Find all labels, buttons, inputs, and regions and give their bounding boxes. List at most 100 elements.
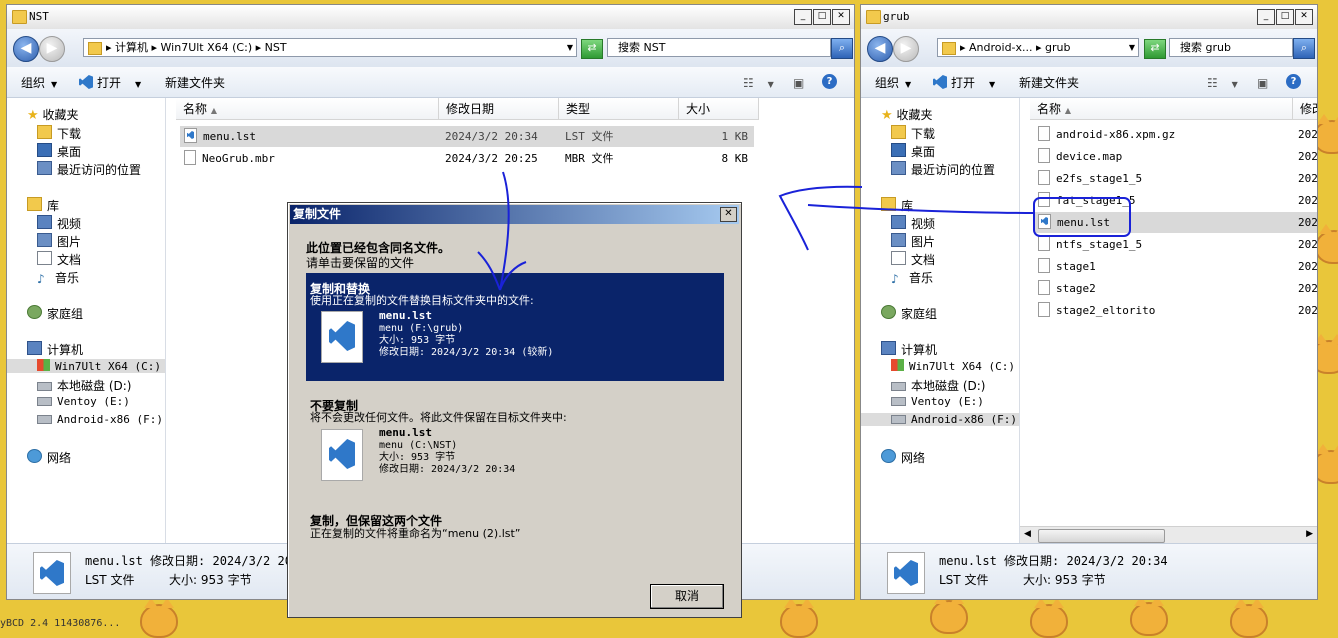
nav-drive-f[interactable]: Android-x86 (F:) bbox=[861, 413, 1019, 426]
refresh-button[interactable]: ⇄ bbox=[1144, 39, 1166, 59]
nav-pictures[interactable]: 图片 bbox=[37, 233, 81, 250]
new-folder-button[interactable]: 新建文件夹 bbox=[1019, 74, 1079, 91]
column-header-size[interactable]: 大小 bbox=[679, 98, 759, 120]
table-row[interactable]: stage2 202 bbox=[1034, 278, 1317, 299]
minimize-button[interactable]: _ bbox=[794, 9, 812, 25]
copy-keep-both-option[interactable]: 复制，但保留这两个文件 正在复制的文件将重命名为“menu (2).lst” bbox=[306, 508, 724, 546]
downloads-folder-icon bbox=[37, 125, 52, 139]
table-row[interactable]: e2fs_stage1_5 202 bbox=[1034, 168, 1317, 189]
search-icon[interactable]: ⌕ bbox=[831, 38, 853, 59]
nav-computer[interactable]: 计算机 bbox=[881, 341, 937, 358]
copy-and-replace-option[interactable]: 复制和替换 使用正在复制的文件替换目标文件夹中的文件: menu.lst men… bbox=[306, 273, 724, 381]
nav-documents[interactable]: 文档 bbox=[891, 251, 935, 268]
title-bar[interactable]: NST _ □ ✕ bbox=[7, 5, 854, 30]
back-button[interactable]: ◀ bbox=[867, 36, 893, 62]
column-header-name[interactable]: 名称 ▲ bbox=[1030, 98, 1293, 120]
nav-drive-d[interactable]: 本地磁盘 (D:) bbox=[37, 377, 131, 394]
column-header-date[interactable]: 修改日期 bbox=[439, 98, 559, 120]
column-header-name[interactable]: 名称 ▲ bbox=[176, 98, 439, 120]
back-button[interactable]: ◀ bbox=[13, 36, 39, 62]
nav-drive-c[interactable]: Win7Ult X64 (C:) bbox=[891, 359, 1015, 373]
table-row[interactable]: ntfs_stage1_5 202 bbox=[1034, 234, 1317, 255]
table-row[interactable]: stage2_eltorito 202 bbox=[1034, 300, 1317, 321]
forward-button[interactable]: ▶ bbox=[893, 36, 919, 62]
table-row[interactable]: menu.lst 202 bbox=[1034, 212, 1317, 233]
table-row[interactable]: android-x86.xpm.gz 202 bbox=[1034, 124, 1317, 145]
search-icon[interactable]: ⌕ bbox=[1293, 38, 1315, 59]
nav-documents[interactable]: 文档 bbox=[37, 251, 81, 268]
file-list[interactable]: 名称 ▲ 修改 android-x86.xpm.gz202 device.map… bbox=[1020, 98, 1317, 544]
nav-videos[interactable]: 视频 bbox=[891, 215, 935, 232]
forward-button[interactable]: ▶ bbox=[39, 36, 65, 62]
explorer-window-grub[interactable]: grub _ □ ✕ ◀ ▶ ▸ Android-x... ▸ grub ▼ ⇄… bbox=[860, 4, 1318, 600]
column-header-date[interactable]: 修改 bbox=[1293, 98, 1317, 120]
table-row[interactable]: menu.lst 2024/3/2 20:34 LST 文件 1 KB bbox=[180, 126, 754, 147]
table-row[interactable]: stage1 202 bbox=[1034, 256, 1317, 277]
nav-drive-c[interactable]: Win7Ult X64 (C:) bbox=[7, 359, 165, 373]
table-row[interactable]: NeoGrub.mbr 2024/3/2 20:25 MBR 文件 8 KB bbox=[180, 148, 754, 169]
cancel-button[interactable]: 取消 bbox=[650, 584, 724, 609]
usb-drive-icon bbox=[37, 397, 52, 406]
address-path: ▸ 计算机 ▸ Win7Ult X64 (C:) ▸ NST bbox=[106, 41, 287, 54]
preview-pane-icon[interactable]: ▣ bbox=[1257, 76, 1268, 90]
help-icon[interactable]: ? bbox=[1286, 74, 1301, 89]
nav-drive-e[interactable]: Ventoy (E:) bbox=[37, 395, 130, 408]
search-input[interactable]: 搜索 grub bbox=[1169, 38, 1293, 57]
nav-desktop[interactable]: 桌面 bbox=[891, 143, 935, 160]
nav-favorites[interactable]: ★ 收藏夹 bbox=[881, 106, 933, 123]
nav-drive-f[interactable]: Android-x86 (F:) bbox=[37, 413, 163, 426]
search-input[interactable]: 搜索 NST bbox=[607, 38, 831, 57]
nav-music[interactable]: ♪ 音乐 bbox=[37, 269, 79, 286]
organize-button[interactable]: 组织 ▼ bbox=[875, 74, 911, 91]
nav-drive-d[interactable]: 本地磁盘 (D:) bbox=[891, 377, 985, 394]
maximize-button[interactable]: □ bbox=[1276, 9, 1294, 25]
help-icon[interactable]: ? bbox=[822, 74, 837, 89]
close-icon[interactable]: ✕ bbox=[720, 207, 737, 222]
nav-favorites[interactable]: ★ 收藏夹 bbox=[27, 106, 79, 123]
nav-libraries[interactable]: 库 bbox=[881, 197, 913, 214]
horizontal-scrollbar[interactable]: ◀ ▶ bbox=[1020, 526, 1317, 544]
dialog-title-bar[interactable]: 复制文件 ✕ bbox=[290, 205, 739, 224]
nav-libraries[interactable]: 库 bbox=[27, 197, 59, 214]
open-button[interactable]: 打开 ▼ bbox=[933, 74, 995, 91]
new-folder-button[interactable]: 新建文件夹 bbox=[165, 74, 225, 91]
table-row[interactable]: device.map 202 bbox=[1034, 146, 1317, 167]
close-button[interactable]: ✕ bbox=[1295, 9, 1313, 25]
nav-downloads[interactable]: 下载 bbox=[891, 125, 935, 142]
do-not-copy-option[interactable]: 不要复制 将不会更改任何文件。将此文件保留在目标文件夹中: menu.lst m… bbox=[306, 393, 724, 493]
nav-homegroup[interactable]: 家庭组 bbox=[881, 305, 937, 322]
scrollbar-thumb[interactable] bbox=[1038, 529, 1165, 543]
open-button[interactable]: 打开 ▼ bbox=[79, 74, 141, 91]
title-bar[interactable]: grub _ □ ✕ bbox=[861, 5, 1317, 30]
view-options-icon[interactable]: ☷ ▼ bbox=[1207, 76, 1238, 90]
nav-music[interactable]: ♪ 音乐 bbox=[891, 269, 933, 286]
close-button[interactable]: ✕ bbox=[832, 9, 850, 25]
minimize-button[interactable]: _ bbox=[1257, 9, 1275, 25]
nav-network[interactable]: 网络 bbox=[881, 449, 925, 466]
nav-recent[interactable]: 最近访问的位置 bbox=[891, 161, 995, 178]
nav-videos[interactable]: 视频 bbox=[37, 215, 81, 232]
scroll-right-arrow[interactable]: ▶ bbox=[1306, 529, 1313, 539]
table-row[interactable]: fat_stage1_5 202 bbox=[1034, 190, 1317, 211]
nav-drive-e[interactable]: Ventoy (E:) bbox=[891, 395, 984, 408]
nav-homegroup[interactable]: 家庭组 bbox=[27, 305, 83, 322]
refresh-button[interactable]: ⇄ bbox=[581, 39, 603, 59]
preview-pane-icon[interactable]: ▣ bbox=[793, 76, 804, 90]
organize-button[interactable]: 组织 ▼ bbox=[21, 74, 57, 91]
nav-recent[interactable]: 最近访问的位置 bbox=[37, 161, 141, 178]
column-header-type[interactable]: 类型 bbox=[559, 98, 679, 120]
view-options-icon[interactable]: ☷ ▼ bbox=[743, 76, 774, 90]
chevron-down-icon[interactable]: ▼ bbox=[1129, 39, 1135, 56]
maximize-button[interactable]: □ bbox=[813, 9, 831, 25]
nav-network[interactable]: 网络 bbox=[27, 449, 71, 466]
nav-pictures[interactable]: 图片 bbox=[891, 233, 935, 250]
nav-downloads[interactable]: 下载 bbox=[37, 125, 81, 142]
scroll-left-arrow[interactable]: ◀ bbox=[1024, 529, 1031, 539]
address-field[interactable]: ▸ 计算机 ▸ Win7Ult X64 (C:) ▸ NST ▼ bbox=[83, 38, 577, 57]
address-field[interactable]: ▸ Android-x... ▸ grub ▼ bbox=[937, 38, 1139, 57]
drive-icon bbox=[891, 382, 906, 391]
chevron-down-icon[interactable]: ▼ bbox=[567, 39, 573, 56]
nav-desktop[interactable]: 桌面 bbox=[37, 143, 81, 160]
copy-file-dialog[interactable]: 复制文件 ✕ 此位置已经包含同名文件。 请单击要保留的文件 复制和替换 使用正在… bbox=[287, 202, 742, 618]
nav-computer[interactable]: 计算机 bbox=[27, 341, 83, 358]
